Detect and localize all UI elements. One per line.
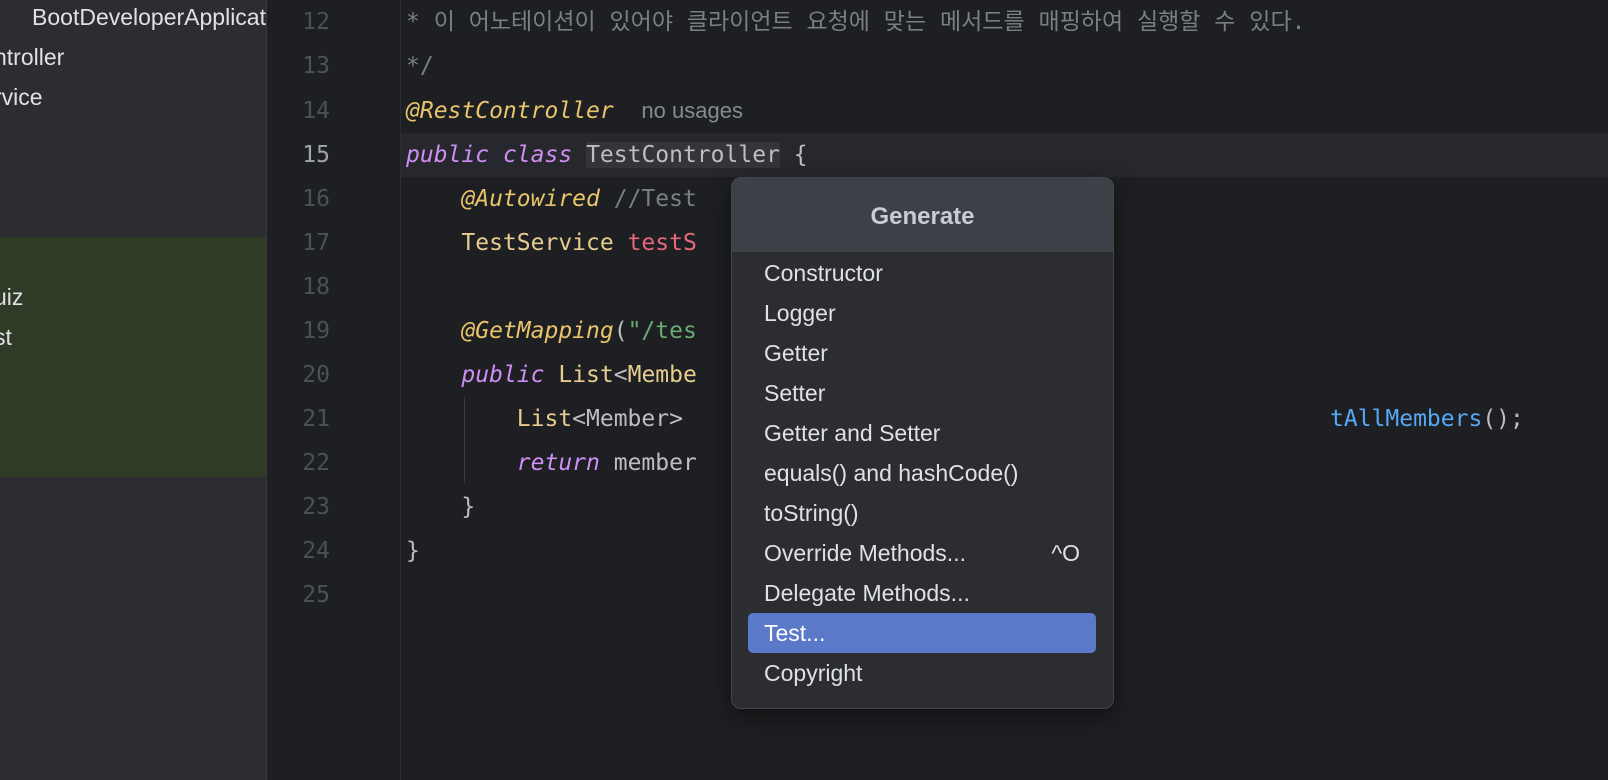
code-line-20[interactable]: public List<Membe (406, 353, 697, 397)
code-line-16[interactable]: @Autowired //Test (406, 177, 697, 221)
keyword-public: public (461, 362, 545, 388)
tree-item-quiz[interactable]: uiz (0, 277, 23, 317)
line-number: 12 (302, 9, 330, 35)
field-test-service: testS (627, 230, 697, 256)
shortcut-ctrl-o: ^O (1051, 540, 1080, 566)
line-number: 19 (302, 318, 330, 344)
code-line-13[interactable]: */ (406, 44, 434, 88)
tree-selection-highlight (0, 237, 266, 477)
generic-open: < (613, 362, 628, 388)
line-number: 21 (302, 406, 330, 432)
gutter-divider (400, 0, 401, 780)
line-number-active: 15 (302, 142, 330, 168)
generic-member: <Member> (572, 406, 683, 432)
line-number: 25 (302, 582, 330, 608)
line-number: 23 (302, 494, 330, 520)
keyword-return: return (516, 450, 600, 476)
menu-item-copyright[interactable]: Copyright (748, 653, 1096, 693)
menu-item-logger[interactable]: Logger (748, 293, 1096, 333)
open-brace: { (793, 142, 808, 168)
close-brace: } (406, 538, 420, 564)
code-line-14[interactable]: @RestController no usages (406, 89, 743, 133)
menu-item-test[interactable]: Test... (748, 613, 1096, 653)
code-line-12[interactable]: * 이 어노테이션이 있어야 클라이언트 요청에 맞는 메서드를 매핑하여 실행… (406, 0, 1305, 44)
code-line-21[interactable]: List<Member> (406, 397, 683, 441)
tree-item-controller[interactable]: ntroller (0, 37, 64, 77)
annotation-autowired: @Autowired (461, 186, 600, 212)
menu-item-constructor[interactable]: Constructor (748, 253, 1096, 293)
menu-item-override-methods[interactable]: Override Methods... ^O (748, 533, 1096, 573)
close-brace: } (461, 494, 476, 520)
line-number: 16 (302, 186, 330, 212)
call-parens: (); (1482, 406, 1524, 432)
ide-window: BootDeveloperApplicat ntroller rvice uiz… (0, 0, 1608, 780)
keyword-class: class (502, 142, 573, 168)
menu-item-getter[interactable]: Getter (748, 333, 1096, 373)
line-number: 24 (302, 538, 330, 564)
line-number: 22 (302, 450, 330, 476)
menu-item-label: Override Methods... (764, 540, 966, 566)
annotation-get-mapping: @GetMapping (461, 318, 614, 344)
menu-item-setter[interactable]: Setter (748, 373, 1096, 413)
type-test-service: TestService (461, 230, 614, 256)
keyword-public: public (406, 142, 490, 168)
popup-title: Generate (732, 178, 1113, 252)
type-list: List (516, 406, 573, 432)
usages-hint[interactable]: no usages (641, 98, 743, 123)
return-value: member (613, 450, 697, 476)
code-line-24[interactable]: } (406, 529, 420, 573)
line-number: 18 (302, 274, 330, 300)
code-line-22[interactable]: return member (406, 441, 697, 485)
menu-item-getter-and-setter[interactable]: Getter and Setter (748, 413, 1096, 453)
project-tool-window: BootDeveloperApplicat ntroller rvice uiz… (0, 0, 266, 780)
tree-item-service[interactable]: rvice (0, 77, 43, 117)
code-line-23[interactable]: } (406, 485, 475, 529)
line-number: 14 (302, 98, 330, 124)
tree-item-application[interactable]: BootDeveloperApplicat (32, 0, 266, 37)
line-number: 20 (302, 362, 330, 388)
menu-item-delegate-methods[interactable]: Delegate Methods... (748, 573, 1096, 613)
menu-item-equals-hashcode[interactable]: equals() and hashCode() (748, 453, 1096, 493)
line-number: 13 (302, 53, 330, 79)
menu-item-tostring[interactable]: toString() (748, 493, 1096, 533)
type-list: List (558, 362, 614, 388)
class-name: TestController (586, 142, 780, 168)
string-path: "/tes (627, 318, 697, 344)
comment-text: * 이 어노테이션이 있어야 클라이언트 요청에 맞는 메서드를 매핑하여 실행… (406, 9, 1306, 35)
paren: ( (613, 318, 628, 344)
tree-item-test[interactable]: st (0, 317, 12, 357)
inline-comment: //Test (613, 186, 697, 212)
code-line-21-tail[interactable]: tAllMembers(); (1330, 397, 1524, 441)
code-line-19[interactable]: @GetMapping("/tes (406, 309, 697, 353)
line-number: 17 (302, 230, 330, 256)
method-get-all-members: tAllMembers (1330, 406, 1483, 432)
comment-end: */ (406, 53, 434, 79)
annotation-rest-controller: @RestController (406, 98, 614, 124)
generate-popup: Generate Constructor Logger Getter Sette… (731, 177, 1114, 709)
code-line-17[interactable]: TestService testS (406, 221, 697, 265)
type-member: Membe (627, 362, 697, 388)
code-line-15[interactable]: public class TestController { (406, 133, 808, 177)
